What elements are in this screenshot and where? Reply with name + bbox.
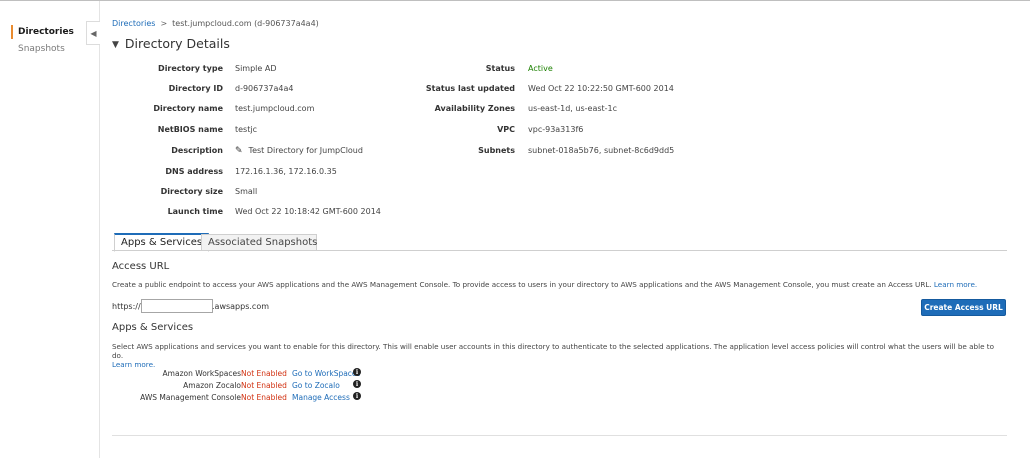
value-status-last-updated: Wed Oct 22 10:22:50 GMT-600 2014 [528,84,674,93]
service-status: Not Enabled [241,369,287,378]
label-directory-size: Directory size [160,187,223,196]
manage-access-link[interactable]: Manage Access [292,393,350,402]
sidebar-item-snapshots[interactable]: Snapshots [18,44,65,54]
label-availability-zones: Availability Zones [434,104,515,113]
service-status: Not Enabled [241,381,287,390]
breadcrumb-separator: > [160,19,168,28]
apps-services-description-text: Select AWS applications and services you… [112,342,994,360]
create-access-url-button[interactable]: Create Access URL [921,299,1006,316]
section-title: Directory Details [124,36,230,51]
label-status-last-updated: Status last updated [425,84,515,93]
access-url-input[interactable] [141,299,213,313]
info-icon[interactable]: i [353,380,361,388]
label-launch-time: Launch time [167,207,223,216]
sidebar-collapse-button[interactable]: ◀ [86,21,100,45]
service-row-management-console: AWS Management Console Not Enabled Manag… [112,392,372,404]
tab-divider [112,250,1007,251]
service-name: AWS Management Console [140,393,241,402]
active-indicator [11,25,13,39]
apps-services-heading: Apps & Services [112,322,194,333]
label-status: Status [485,64,515,73]
label-subnets: Subnets [478,146,515,155]
label-vpc: VPC [497,125,515,134]
info-icon[interactable]: i [353,392,361,400]
apps-services-description: Select AWS applications and services you… [112,342,1007,369]
service-status-text: Not Enabled [241,393,287,402]
service-status: Not Enabled [241,393,287,402]
directory-details-toggle[interactable]: ▼ Directory Details [112,36,230,51]
access-url-description-text: Create a public endpoint to access your … [112,280,932,289]
tab-associated-snapshots[interactable]: Associated Snapshots [201,234,317,251]
go-to-workspaces-link[interactable]: Go to WorkSpaces [292,369,360,378]
access-url-heading: Access URL [112,261,170,272]
info-icon[interactable]: i [353,368,361,376]
breadcrumb-current: test.jumpcloud.com (d-906737a4a4) [172,19,319,28]
status-badge: Active [528,64,553,73]
sidebar-item-directories[interactable]: Directories [18,27,74,37]
url-suffix: .awsapps.com [212,302,270,311]
go-to-zocalo-link[interactable]: Go to Zocalo [292,381,340,390]
breadcrumb: Directories > test.jumpcloud.com (d-906737… [112,19,319,28]
service-status-text: Not Enabled [241,369,287,378]
bottom-divider [112,435,1007,436]
access-url-learn-more-link[interactable]: Learn more. [934,280,977,289]
service-row-workspaces: Amazon WorkSpaces Not Enabled Go to Work… [112,368,372,380]
service-row-zocalo: Amazon Zocalo Not Enabled Go to Zocalo i [112,380,372,392]
url-prefix: https:// [112,302,141,311]
label-dns-address: DNS address [165,167,223,176]
breadcrumb-directories-link[interactable]: Directories [112,19,155,28]
value-launch-time: Wed Oct 22 10:18:42 GMT-600 2014 [235,207,381,216]
service-name: Amazon Zocalo [183,381,241,390]
value-vpc: vpc-93a313f6 [528,125,584,134]
service-status-text: Not Enabled [241,381,287,390]
caret-down-icon: ▼ [112,40,119,50]
apps-learn-more-link[interactable]: Learn more. [112,360,155,369]
value-dns-address: 172.16.1.36, 172.16.0.35 [235,167,337,176]
service-name: Amazon WorkSpaces [162,369,241,378]
value-availability-zones: us-east-1d, us-east-1c [528,104,618,113]
access-url-description: Create a public endpoint to access your … [112,280,1007,289]
chevron-left-icon: ◀ [90,28,97,38]
value-directory-size: Small [235,187,258,196]
value-subnets: subnet-018a5b76, subnet-8c6d9dd5 [528,146,675,155]
main-content: Directories > test.jumpcloud.com (d-906737… [112,0,1007,458]
sidebar: Directories Snapshots ◀ [0,1,100,458]
